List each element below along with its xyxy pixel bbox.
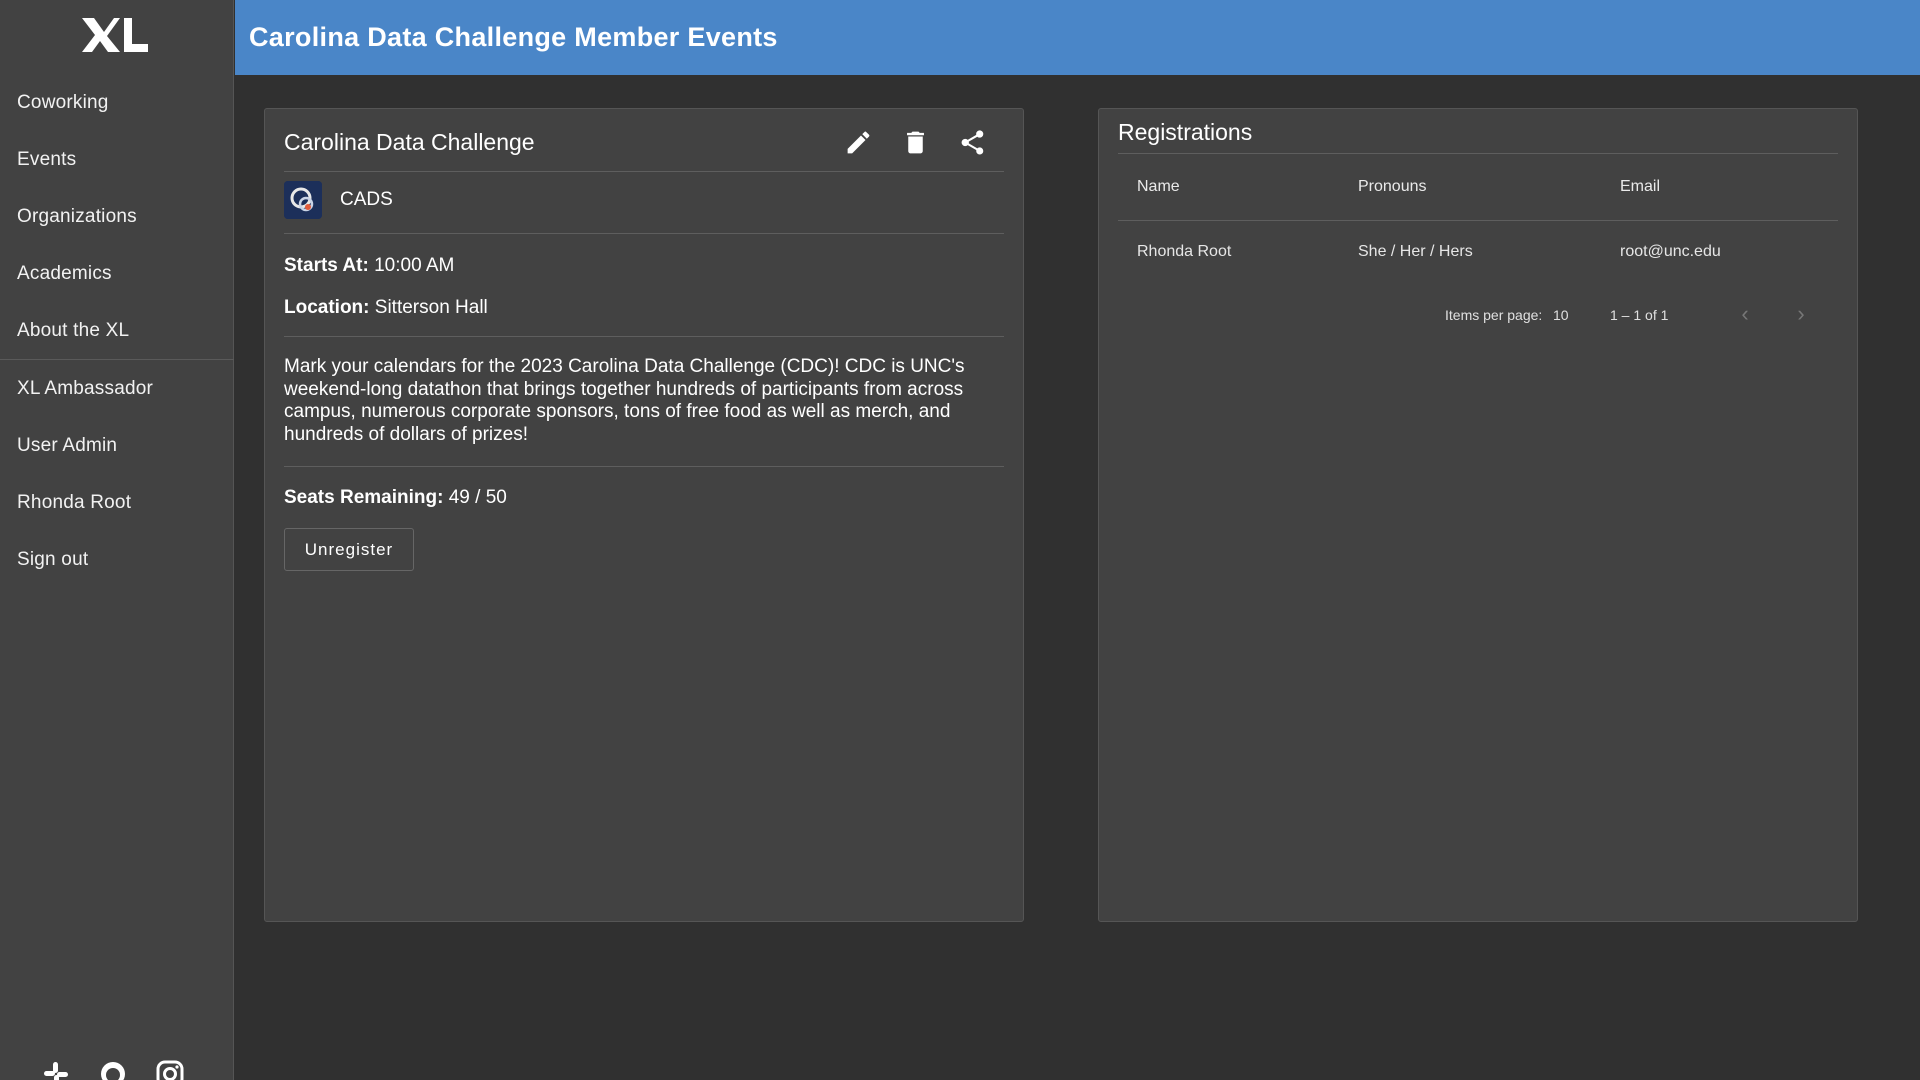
sidebar-item-organizations[interactable]: Organizations xyxy=(0,188,234,245)
column-header-pronouns: Pronouns xyxy=(1339,153,1601,221)
sidebar-item-user-admin[interactable]: User Admin xyxy=(0,417,234,474)
page-title: Carolina Data Challenge Member Events xyxy=(249,22,778,52)
sidebar: Coworking Events Organizations Academics… xyxy=(0,0,234,1080)
sidebar-item-sign-out[interactable]: Sign out xyxy=(0,531,234,588)
sidebar-item-academics[interactable]: Academics xyxy=(0,245,234,302)
edit-icon[interactable] xyxy=(844,128,873,157)
event-card: Carolina Data Challenge CADS Starts At: … xyxy=(264,108,1024,922)
slack-icon[interactable] xyxy=(42,1060,70,1080)
starts-value: 10:00 AM xyxy=(374,255,455,276)
table-row: Rhonda Root She / Her / Hers root@unc.ed… xyxy=(1118,220,1838,283)
column-header-name: Name xyxy=(1118,153,1339,221)
cell-name: Rhonda Root xyxy=(1118,220,1339,283)
paginator: Items per page: 10 1 – 1 of 1 ‹ › xyxy=(1118,287,1838,343)
event-actions xyxy=(844,128,987,157)
unregister-button[interactable]: Unregister xyxy=(284,528,414,571)
share-icon[interactable] xyxy=(958,128,987,157)
location-value: Sitterson Hall xyxy=(374,297,488,318)
event-title: Carolina Data Challenge xyxy=(284,129,535,155)
divider xyxy=(284,233,1004,234)
registrations-title: Registrations xyxy=(1118,119,1253,145)
delete-icon[interactable] xyxy=(901,128,930,157)
sidebar-item-profile[interactable]: Rhonda Root xyxy=(0,474,234,531)
divider xyxy=(284,171,1004,172)
organization-row[interactable]: CADS xyxy=(284,181,393,219)
organization-name: CADS xyxy=(340,189,393,210)
event-start-time: Starts At: 10:00 AM xyxy=(284,255,454,277)
cell-pronouns: She / Her / Hers xyxy=(1339,220,1601,283)
cell-email: root@unc.edu xyxy=(1601,220,1838,283)
sidebar-item-coworking[interactable]: Coworking xyxy=(0,74,234,131)
table-header-row: Name Pronouns Email xyxy=(1118,153,1838,221)
registrations-table: Name Pronouns Email Rhonda Root She / He… xyxy=(1118,153,1838,283)
event-location: Location: Sitterson Hall xyxy=(284,297,488,319)
sidebar-item-xl-ambassador[interactable]: XL Ambassador xyxy=(0,360,234,417)
sidebar-item-about[interactable]: About the XL xyxy=(0,302,234,359)
sidebar-item-events[interactable]: Events xyxy=(0,131,234,188)
paginator-range: 1 – 1 of 1 xyxy=(1610,307,1669,323)
chevron-left-icon[interactable]: ‹ xyxy=(1732,301,1758,327)
event-description: Mark your calendars for the 2023 Carolin… xyxy=(284,356,965,445)
seats-label: Seats Remaining: xyxy=(284,487,444,508)
social-links xyxy=(42,1060,184,1080)
divider xyxy=(284,466,1004,467)
starts-label: Starts At: xyxy=(284,255,369,276)
divider xyxy=(284,336,1004,337)
xl-logo[interactable] xyxy=(80,14,150,54)
top-bar: Carolina Data Challenge Member Events xyxy=(235,0,1920,75)
chevron-right-icon[interactable]: › xyxy=(1788,301,1814,327)
seats-value: 49 / 50 xyxy=(448,487,507,508)
items-per-page-label: Items per page: xyxy=(1445,307,1543,323)
column-header-email: Email xyxy=(1601,153,1838,221)
seats-remaining: Seats Remaining: 49 / 50 xyxy=(284,487,507,509)
location-label: Location: xyxy=(284,297,370,318)
organization-logo xyxy=(284,181,322,219)
instagram-icon[interactable] xyxy=(156,1060,184,1080)
github-icon[interactable] xyxy=(99,1060,127,1080)
sidebar-nav: Coworking Events Organizations Academics… xyxy=(0,74,234,588)
registrations-card: Registrations Name Pronouns Email Rhonda… xyxy=(1098,108,1858,922)
items-per-page-select[interactable]: 10 xyxy=(1553,307,1569,323)
